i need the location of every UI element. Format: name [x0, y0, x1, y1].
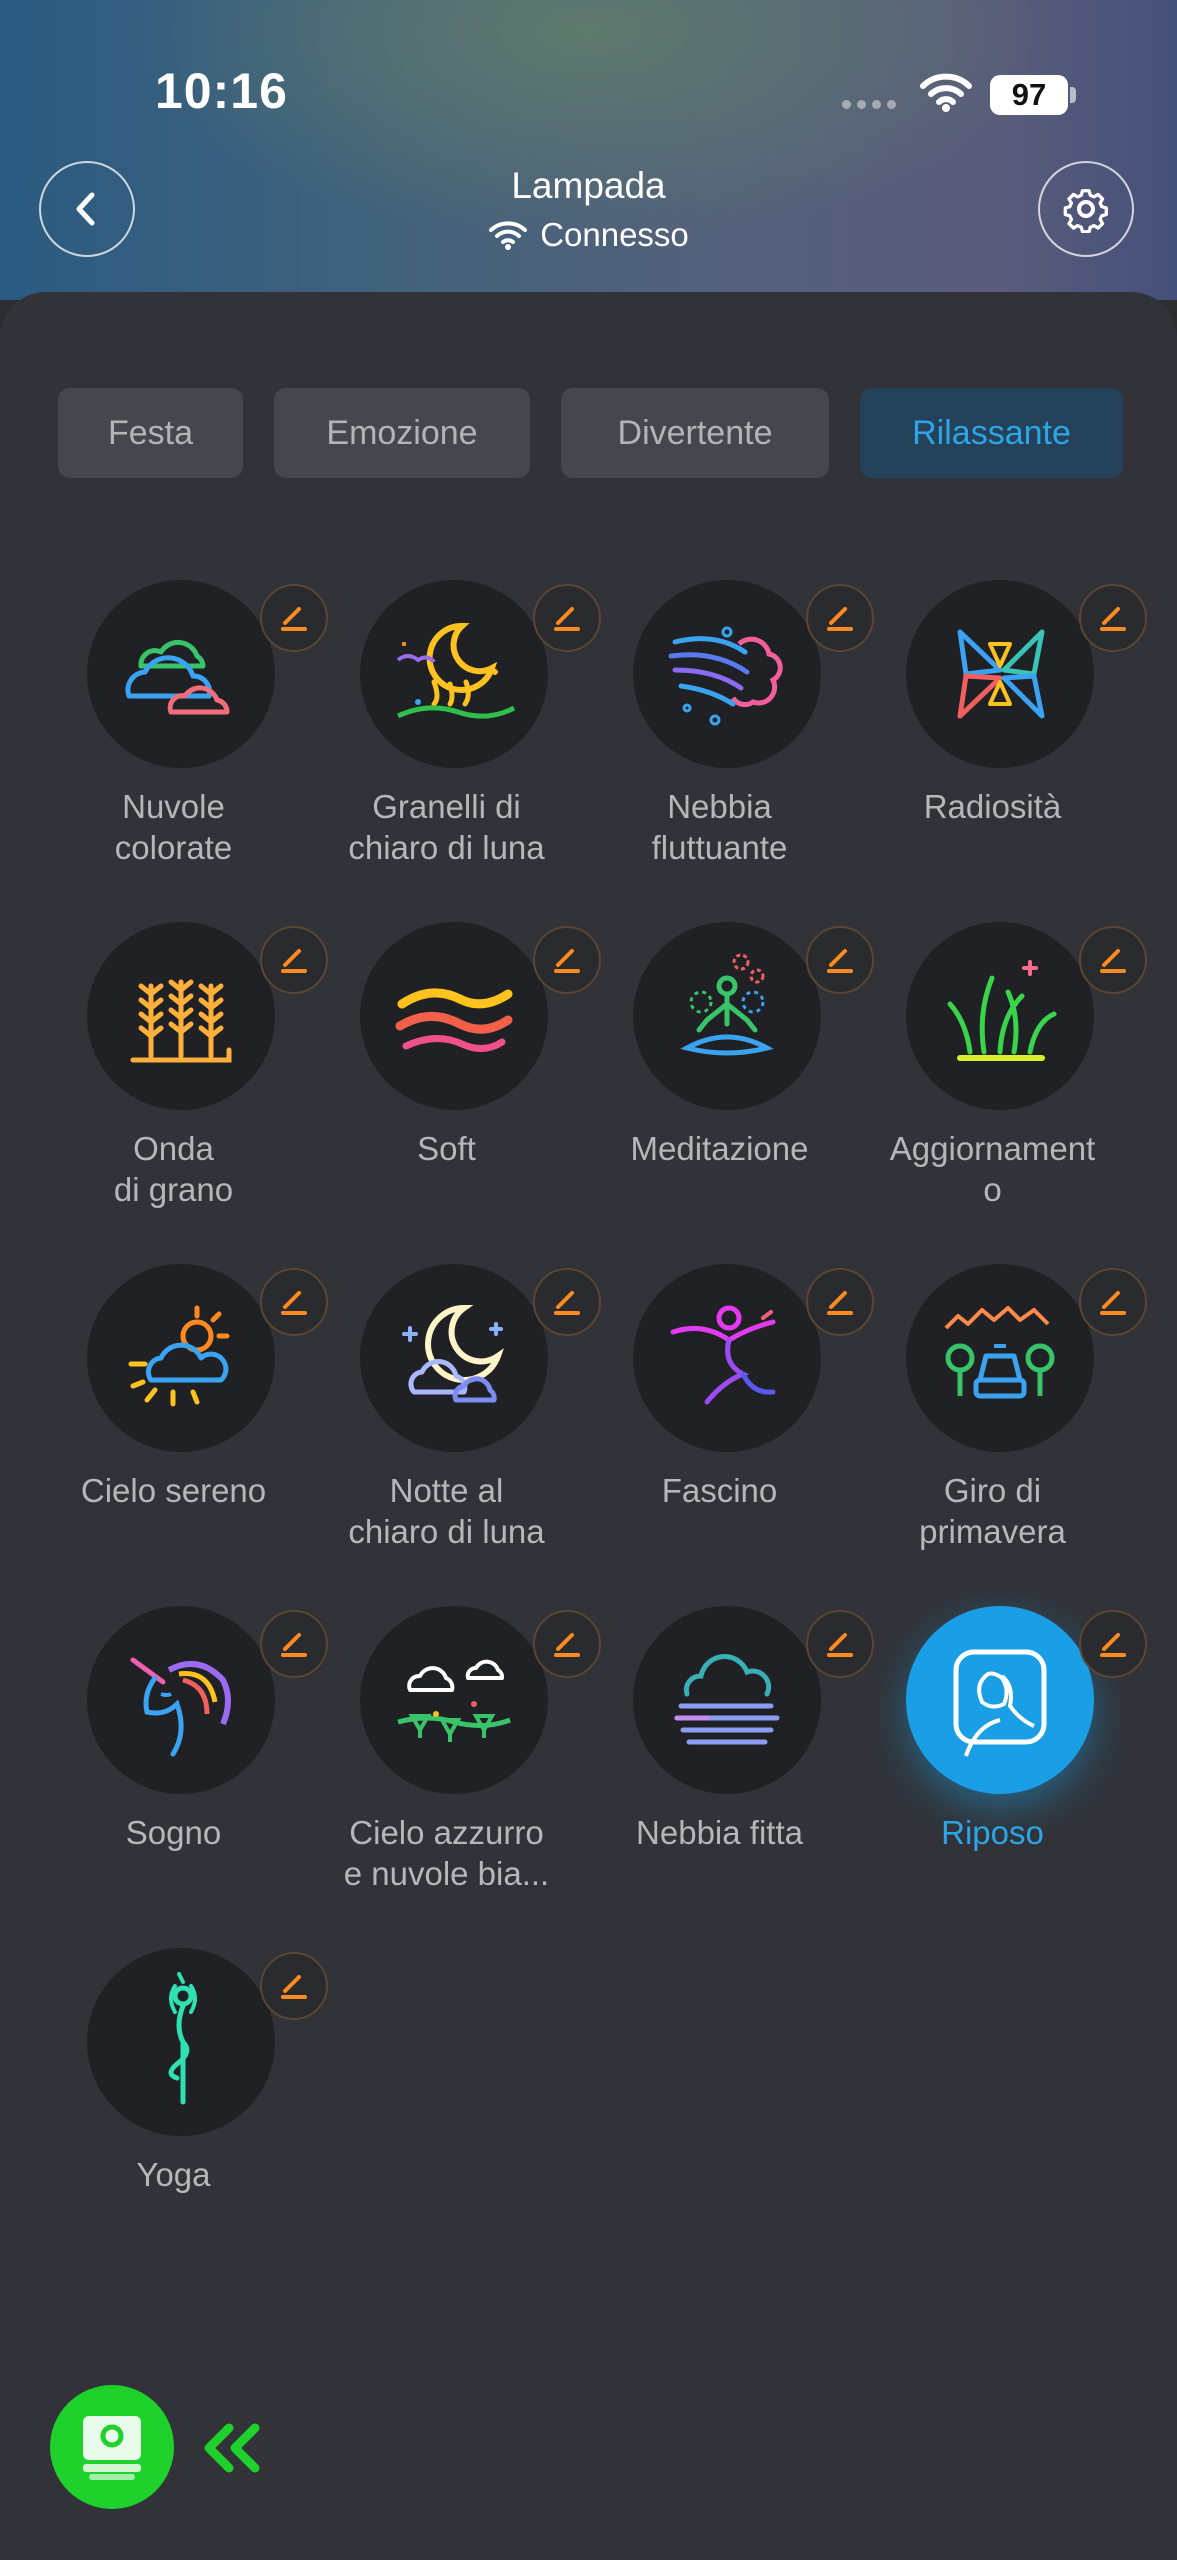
scene-label: Giro di primavera	[919, 1472, 1066, 1550]
meditation-icon[interactable]	[633, 922, 821, 1110]
radiance-icon[interactable]	[906, 580, 1094, 768]
gear-icon	[1063, 189, 1108, 233]
moonlight-icon[interactable]	[360, 580, 548, 768]
lamp-device-icon	[83, 2416, 141, 2480]
pencil-icon	[827, 607, 853, 631]
pencil-icon	[554, 607, 580, 631]
edit-button[interactable]	[1079, 1610, 1147, 1678]
pencil-icon	[827, 1291, 853, 1315]
edit-button[interactable]	[806, 926, 874, 994]
edit-button[interactable]	[533, 926, 601, 994]
battery-indicator: 97	[990, 75, 1068, 115]
soft-waves-icon[interactable]	[360, 922, 548, 1110]
sunny-cloud-icon[interactable]	[87, 1264, 275, 1452]
settings-button[interactable]	[1038, 161, 1134, 257]
yoga-icon[interactable]	[87, 1948, 275, 2136]
scene-label: Aggiornament o	[889, 1130, 1096, 1208]
edit-button[interactable]	[260, 1952, 328, 2020]
grass-icon[interactable]	[906, 922, 1094, 1110]
moon-night-icon[interactable]	[360, 1264, 548, 1452]
wifi-icon	[489, 221, 528, 250]
pencil-icon	[554, 1633, 580, 1657]
colorful-clouds-icon[interactable]	[87, 580, 275, 768]
page-title: Lampada	[511, 165, 666, 206]
pencil-icon	[1100, 607, 1126, 631]
wifi-icon	[920, 72, 972, 117]
wheat-icon[interactable]	[87, 922, 275, 1110]
pencil-icon	[554, 949, 580, 973]
edit-button[interactable]	[260, 584, 328, 652]
unicorn-icon[interactable]	[87, 1606, 275, 1794]
scene-label: Yoga	[136, 2156, 211, 2193]
edit-button[interactable]	[1079, 584, 1147, 652]
edit-button[interactable]	[533, 1610, 601, 1678]
pencil-icon	[281, 1975, 307, 1999]
scene-label: Radiosità	[923, 788, 1062, 825]
blue-sky-icon[interactable]	[360, 1606, 548, 1794]
category-tabs: Festa Emozione Divertente Rilassante	[0, 388, 1177, 480]
status-time: 10:16	[155, 63, 288, 119]
header: 10:16 97 Lampada Connesso	[0, 0, 1177, 300]
tab-festa[interactable]: Festa	[58, 388, 243, 478]
pencil-icon	[1100, 949, 1126, 973]
tab-rilassante[interactable]: Rilassante	[860, 388, 1123, 478]
scene-label: Riposo	[941, 1814, 1044, 1851]
edit-button[interactable]	[806, 1610, 874, 1678]
floating-mist-icon[interactable]	[633, 580, 821, 768]
pencil-icon	[1100, 1291, 1126, 1315]
tab-divertente[interactable]: Divertente	[561, 388, 829, 478]
edit-button[interactable]	[806, 1268, 874, 1336]
edit-button[interactable]	[533, 584, 601, 652]
pencil-icon	[827, 1633, 853, 1657]
expand-arrows-icon[interactable]	[195, 2418, 265, 2483]
rest-icon[interactable]	[906, 1606, 1094, 1794]
pencil-icon	[1100, 1633, 1126, 1657]
edit-button[interactable]	[260, 1610, 328, 1678]
tab-emozione[interactable]: Emozione	[274, 388, 530, 478]
device-fab-button[interactable]	[50, 2385, 174, 2509]
edit-button[interactable]	[260, 1268, 328, 1336]
pencil-icon	[281, 1291, 307, 1315]
pencil-icon	[281, 1633, 307, 1657]
edit-button[interactable]	[1079, 926, 1147, 994]
battery-tip	[1070, 87, 1076, 103]
pencil-icon	[827, 949, 853, 973]
pencil-icon	[554, 1291, 580, 1315]
cellular-signal-icon	[842, 100, 896, 109]
pencil-icon	[281, 607, 307, 631]
edit-button[interactable]	[1079, 1268, 1147, 1336]
dancer-icon[interactable]	[633, 1264, 821, 1452]
pencil-icon	[281, 949, 307, 973]
edit-button[interactable]	[260, 926, 328, 994]
spring-drive-icon[interactable]	[906, 1264, 1094, 1452]
edit-button[interactable]	[533, 1268, 601, 1336]
dense-fog-icon[interactable]	[633, 1606, 821, 1794]
connection-label: Connesso	[540, 216, 689, 253]
connection-status: Connesso	[0, 216, 1177, 254]
edit-button[interactable]	[806, 584, 874, 652]
